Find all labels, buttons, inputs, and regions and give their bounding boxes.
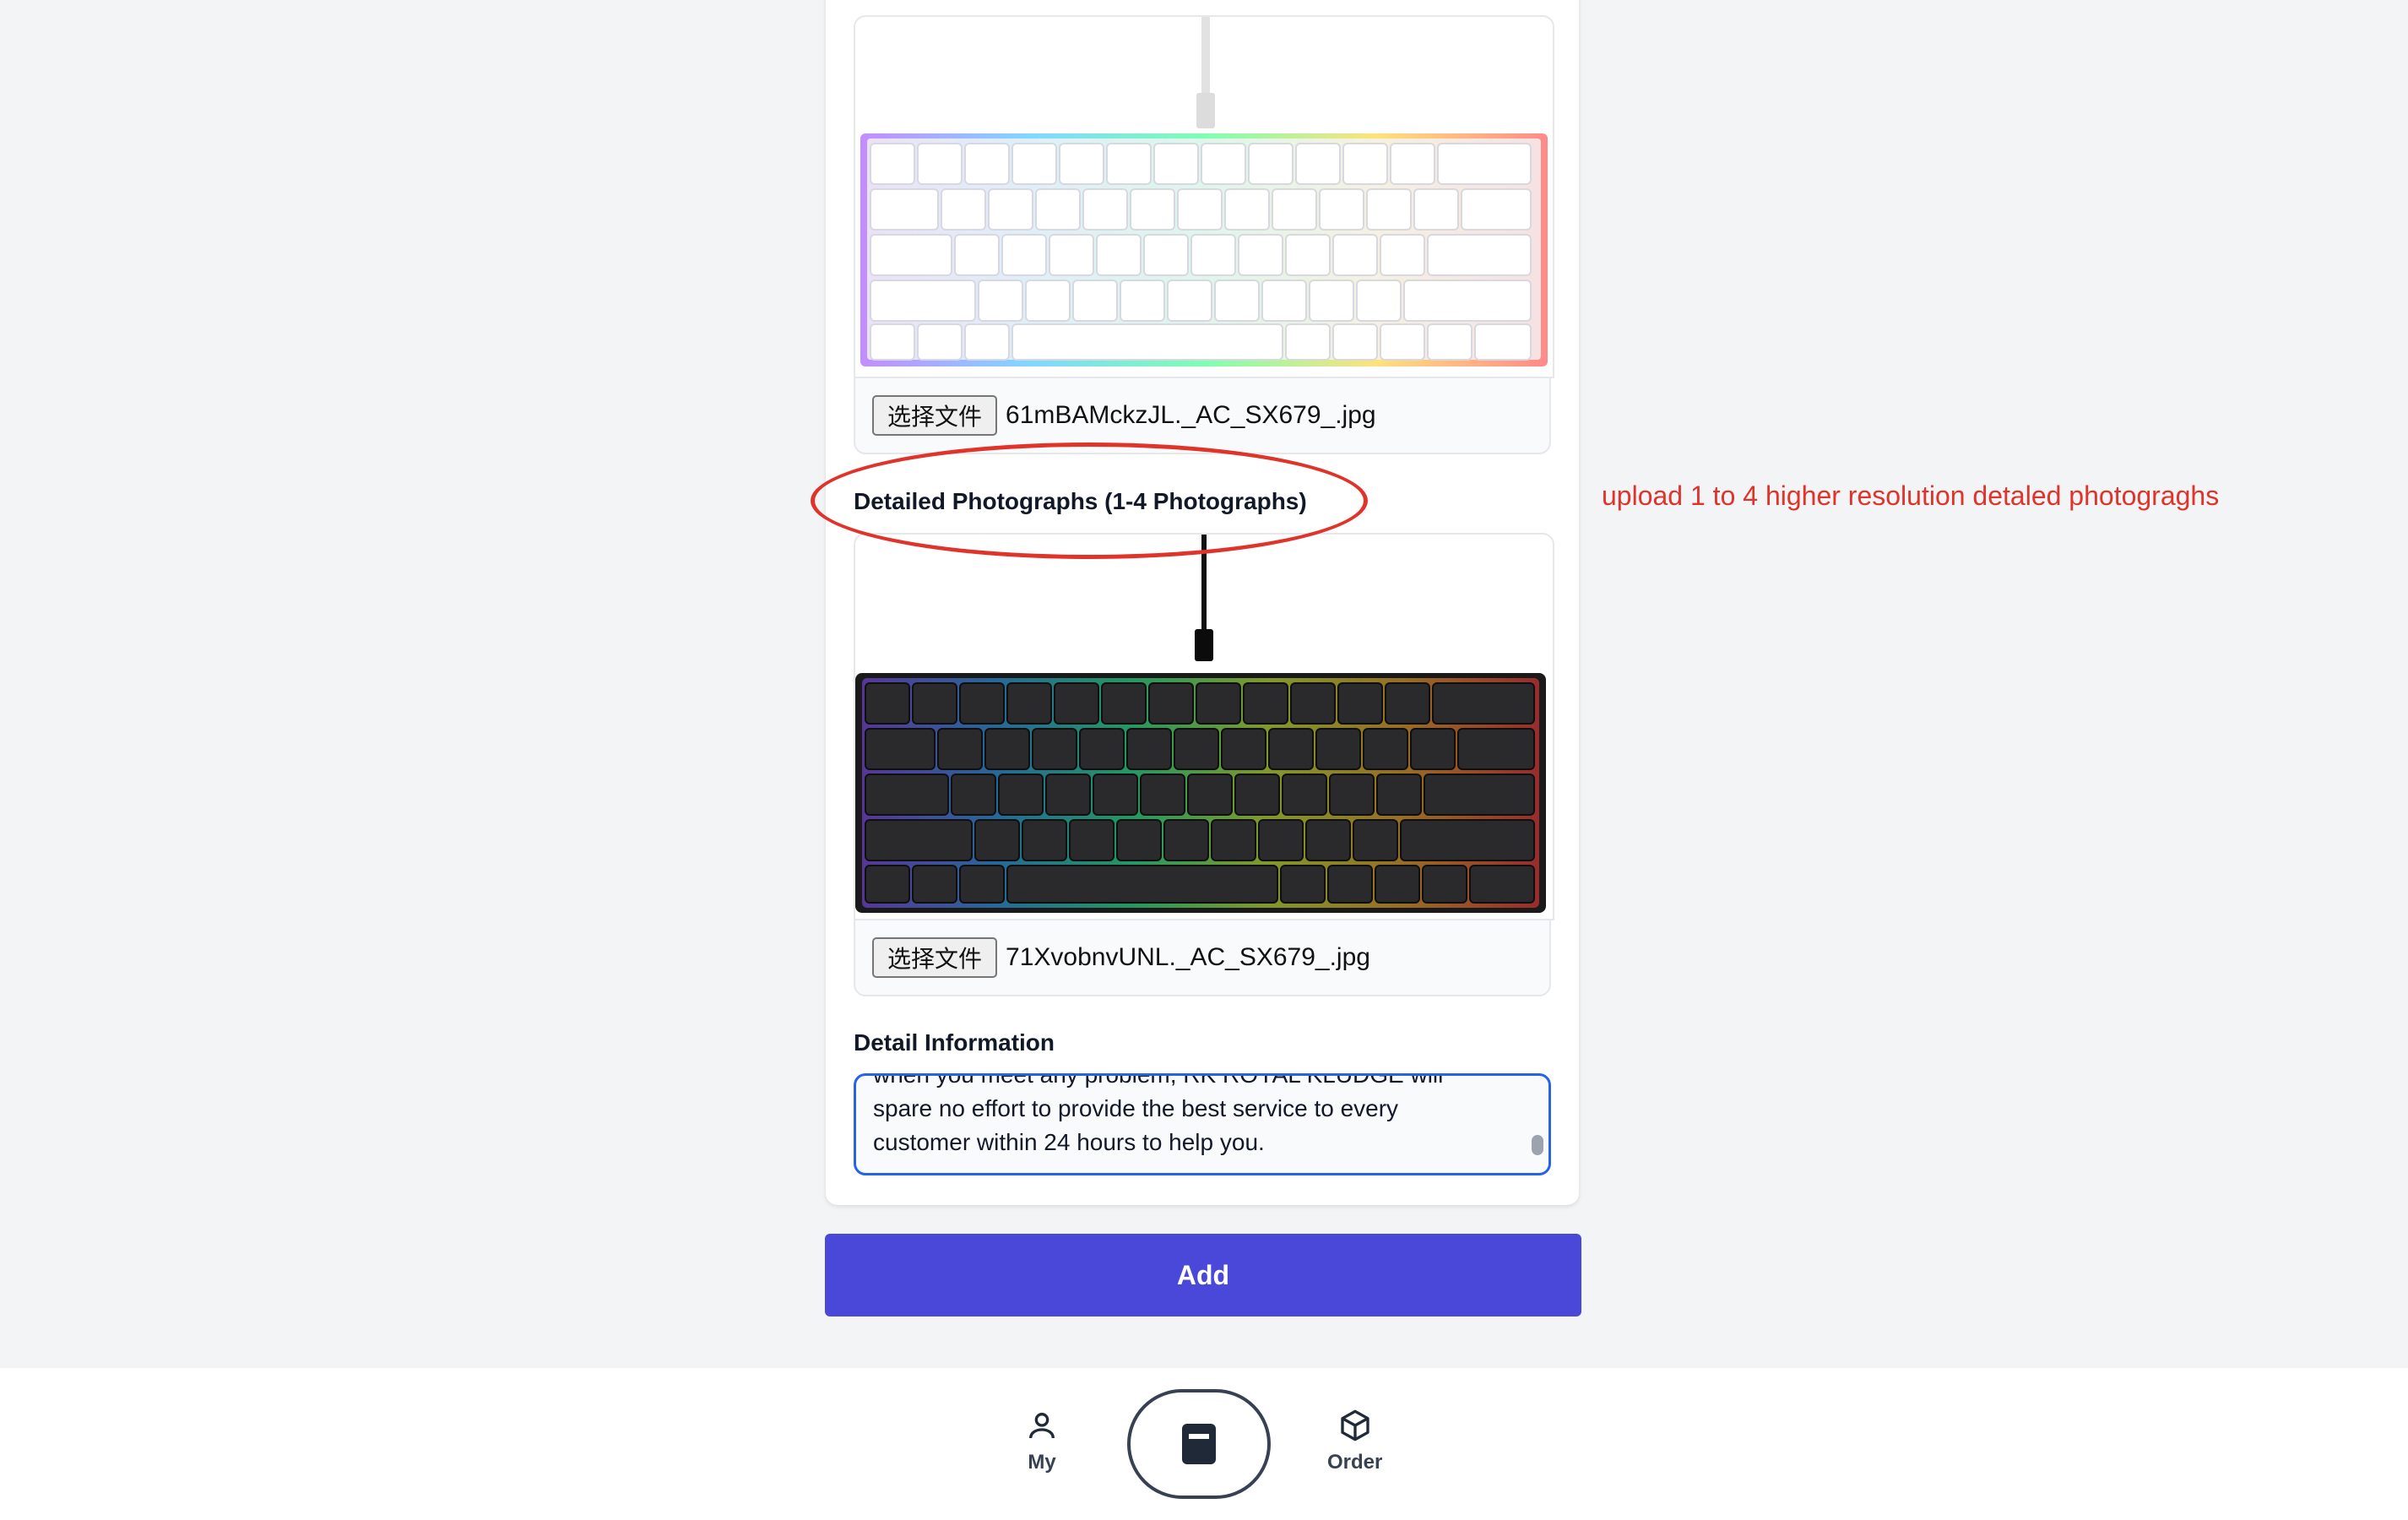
add-button[interactable]: Add (825, 1234, 1581, 1316)
textarea-line: customer within 24 hours to help you. (873, 1129, 1265, 1155)
user-icon (1029, 1413, 1055, 1439)
detail-information-textarea[interactable]: when you meet any problem, RK ROYAL KLUD… (854, 1073, 1551, 1175)
white-keyboard-image (860, 17, 1548, 366)
annotation-note: upload 1 to 4 higher resolution detaled … (1602, 480, 2220, 511)
main-photo-preview (854, 15, 1554, 378)
detail-information-label: Detail Information (854, 1029, 1055, 1056)
textarea-scrollbar[interactable] (1532, 1135, 1543, 1155)
detailed-photos-label: Detailed Photographs (1-4 Photographs) (854, 488, 1307, 514)
black-keyboard-image (855, 535, 1546, 913)
choose-file-button[interactable]: 选择文件 (872, 937, 998, 978)
choose-file-button[interactable]: 选择文件 (872, 395, 998, 436)
nav-label-order: Order (1327, 1451, 1383, 1474)
nav-item-my[interactable]: My (1025, 1409, 1059, 1474)
nav-item-center[interactable] (1127, 1389, 1271, 1499)
main-photo-file-input[interactable]: 选择文件 61mBAMckzJL._AC_SX679_.jpg (854, 377, 1551, 454)
nav-item-order[interactable]: Order (1327, 1409, 1382, 1474)
textarea-line: spare no effort to provide the best serv… (873, 1095, 1399, 1121)
box-icon (1341, 1409, 1369, 1441)
nav-label-my: My (1028, 1451, 1056, 1474)
detailed-photo-file-input[interactable]: 选择文件 71XvobnvUNL._AC_SX679_.jpg (854, 919, 1551, 996)
product-icon (1182, 1424, 1216, 1464)
textarea-line: when you meet any problem, RK ROYAL KLUD… (873, 1073, 1444, 1088)
selected-file-name: 61mBAMckzJL._AC_SX679_.jpg (1006, 401, 1376, 429)
detailed-photo-preview (854, 533, 1554, 920)
selected-file-name: 71XvobnvUNL._AC_SX679_.jpg (1006, 943, 1370, 971)
